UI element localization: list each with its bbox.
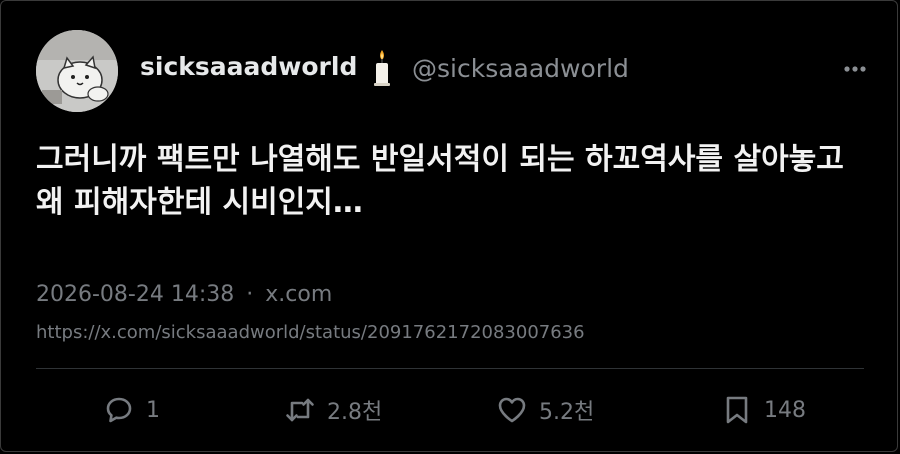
post-meta: 2026-08-24 14:38 · x.com <box>36 282 332 307</box>
like-count: 5.2천 <box>539 400 595 425</box>
heart-icon <box>498 397 526 423</box>
candle-icon <box>374 50 390 86</box>
bookmark-button[interactable]: 148 <box>722 392 806 428</box>
bookmark-icon <box>726 396 748 424</box>
display-name[interactable]: sicksaaadworld <box>140 52 357 81</box>
reply-button[interactable]: 1 <box>104 392 160 428</box>
repost-count: 2.8천 <box>327 400 383 425</box>
repost-button[interactable]: 2.8천 <box>285 392 382 428</box>
reply-icon <box>106 397 132 423</box>
post-timestamp[interactable]: 2026-08-24 14:38 <box>36 282 234 307</box>
repost-icon <box>286 398 314 422</box>
divider <box>36 368 864 369</box>
post-url[interactable]: https://x.com/sicksaaadworld/status/2091… <box>36 322 585 343</box>
avatar[interactable] <box>36 30 118 112</box>
post-source[interactable]: x.com <box>265 282 332 307</box>
like-button[interactable]: 5.2천 <box>497 392 594 428</box>
cat-avatar-icon <box>36 30 118 112</box>
user-handle[interactable]: @sicksaaadworld <box>412 54 629 83</box>
bookmark-count: 148 <box>764 397 806 423</box>
post-text: 그러니까 팩트만 나열해도 반일서적이 되는 하꼬역사를 살아놓고 왜 피해자한… <box>36 142 844 220</box>
reply-count: 1 <box>146 397 160 423</box>
more-options-icon[interactable] <box>842 60 868 78</box>
meta-separator: · <box>246 282 254 307</box>
